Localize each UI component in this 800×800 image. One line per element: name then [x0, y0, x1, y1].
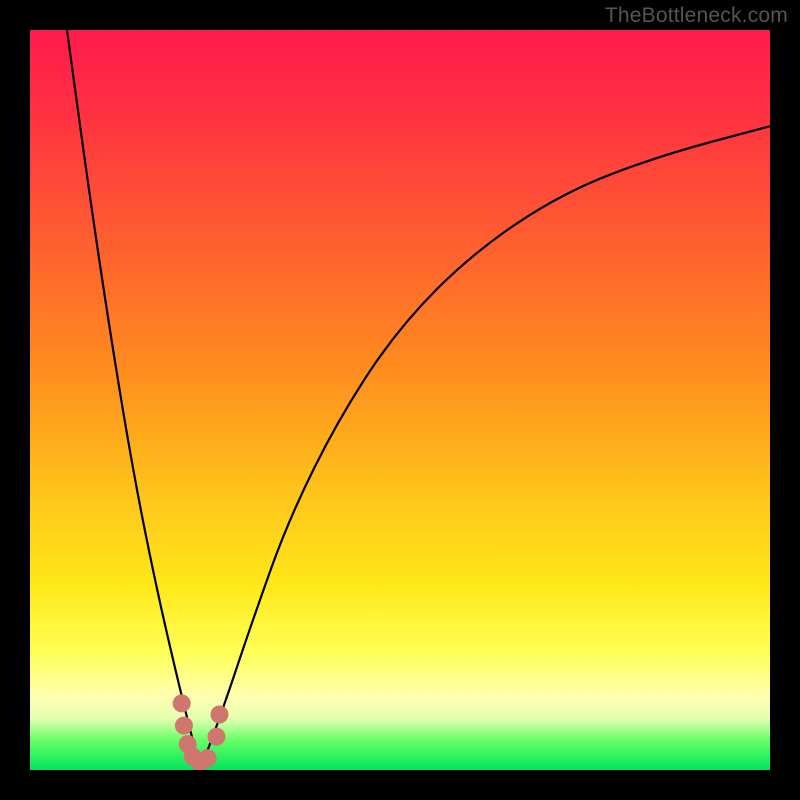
right-branch-curve: [200, 126, 770, 770]
chart-frame: TheBottleneck.com: [0, 0, 800, 800]
left-branch-curve: [67, 30, 200, 770]
curve-group: [67, 30, 770, 770]
highlight-beads: [173, 694, 229, 770]
bead-marker: [207, 728, 225, 746]
plot-area: [30, 30, 770, 770]
bead-marker: [175, 717, 193, 735]
bead-marker: [210, 706, 228, 724]
bead-marker: [173, 694, 191, 712]
bead-marker: [199, 749, 217, 767]
curves-svg: [30, 30, 770, 770]
watermark-text: TheBottleneck.com: [605, 4, 788, 28]
